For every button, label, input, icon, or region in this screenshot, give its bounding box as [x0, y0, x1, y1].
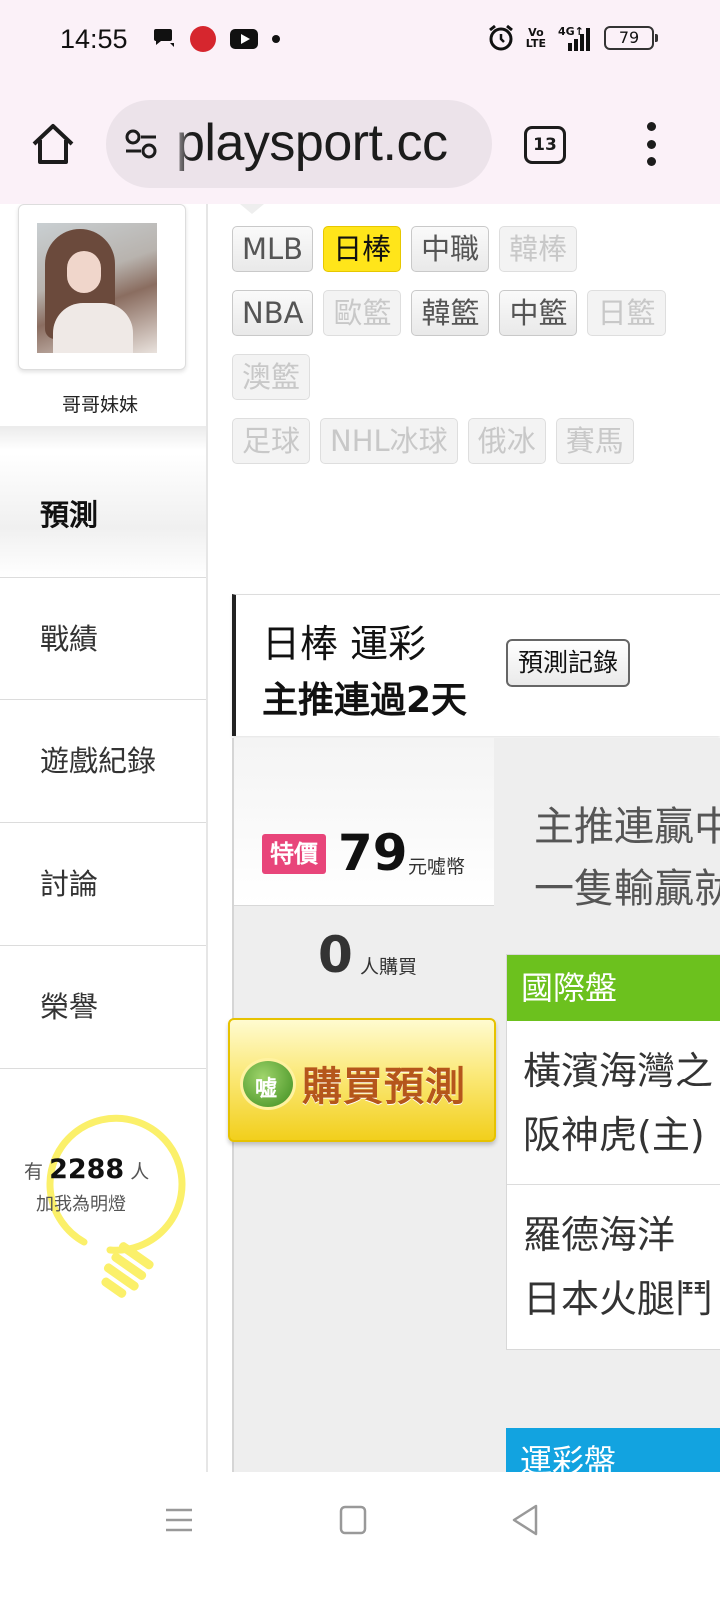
sport-filter-row-2: NBA 歐籃 韓籃 中籃 日籃: [232, 290, 666, 336]
url-text: playsport.cc: [176, 114, 448, 172]
promo-line-2: 一隻輸贏就: [534, 866, 720, 912]
home-button[interactable]: [30, 122, 76, 166]
sport-nhl-button[interactable]: NHL冰球: [320, 418, 458, 464]
site-settings-icon[interactable]: [124, 128, 158, 160]
dropdown-caret: [240, 204, 264, 214]
volte-icon: Vo LTE: [526, 27, 546, 49]
status-icons-right: Vo LTE 4G↑ 79: [488, 24, 658, 52]
prediction-history-button[interactable]: 預測記錄: [506, 639, 631, 687]
coin-icon: [240, 1058, 296, 1110]
fan-prefix: 有: [24, 1161, 44, 1183]
home-team: 日本火腿鬥: [523, 1277, 714, 1321]
page-content: 哥哥妹妹 預測 戰績 遊戲紀錄 討論 榮譽 有 2288 人 加我為明燈 MLB…: [0, 204, 720, 1472]
game-row[interactable]: 橫濱海灣之 阪神虎(主): [507, 1021, 720, 1185]
battery-level: 79: [618, 28, 640, 47]
sidebar-item-record[interactable]: 戰績: [0, 577, 206, 700]
tab-switcher-button[interactable]: 13: [524, 126, 566, 164]
sport-filter-row-1: MLB 日棒 中職 韓棒: [232, 226, 578, 272]
sport-australia-basketball-button[interactable]: 澳籃: [232, 354, 311, 400]
sport-filter-row-4: 足球 NHL冰球 俄冰 賽馬: [232, 418, 634, 464]
sport-filter-row-3: 澳籃: [232, 354, 311, 400]
status-time: 14:55: [60, 24, 128, 54]
profile-card[interactable]: [18, 204, 186, 370]
app-badge-icon: [190, 26, 216, 52]
buy-prediction-button[interactable]: 購買預測: [228, 1018, 496, 1142]
special-price-badge: 特價: [262, 834, 326, 874]
prediction-panel: 特價 79 元噓幣 0 人購買 購買預測 主推連贏中 一隻輸贏就 國際盤 橫濱海…: [228, 738, 720, 1472]
sport-mlb-button[interactable]: MLB: [232, 226, 314, 272]
away-team: 橫濱海灣之: [523, 1049, 714, 1093]
user-nickname[interactable]: 哥哥妹妹: [0, 390, 200, 417]
prediction-header: 日棒 運彩 主推連過2天 預測記錄: [232, 594, 720, 736]
market-header-international: 國際盤: [507, 955, 720, 1021]
nav-divider-shadow: [0, 426, 206, 450]
browser-toolbar: playsport.cc 13: [0, 82, 720, 204]
buy-prediction-label: 購買預測: [302, 1064, 466, 1110]
sport-horse-racing-button[interactable]: 賽馬: [555, 418, 634, 464]
battery-icon: 79: [604, 26, 658, 50]
url-fade: [168, 100, 190, 188]
sidebar-item-game-history[interactable]: 遊戲紀錄: [0, 700, 206, 823]
alarm-icon: [488, 24, 513, 51]
sport-japan-basketball-button[interactable]: 日籃: [587, 290, 666, 336]
market-sports-lottery: 運彩盤: [506, 1428, 720, 1472]
fan-count: 2288: [49, 1154, 125, 1185]
buyer-unit: 人購買: [360, 956, 418, 978]
system-nav-bar: [0, 1472, 720, 1604]
streak-text: 主推連過2天: [262, 680, 468, 721]
away-team: 羅德海洋: [523, 1213, 676, 1257]
avatar[interactable]: [37, 223, 157, 353]
sport-soccer-button[interactable]: 足球: [232, 418, 311, 464]
status-bar: 14:55 Vo LTE 4G↑ 79: [0, 0, 720, 82]
youtube-icon: [230, 29, 258, 49]
follow-me-label: 加我為明燈: [36, 1194, 126, 1215]
back-icon[interactable]: [510, 1502, 540, 1538]
price-value: 79: [338, 824, 408, 882]
sport-china-basketball-button[interactable]: 中籃: [499, 290, 578, 336]
sport-nba-button[interactable]: NBA: [232, 290, 314, 336]
sidebar-item-predictions[interactable]: 預測: [0, 454, 206, 577]
fan-suffix: 人: [130, 1161, 150, 1183]
address-bar[interactable]: playsport.cc: [106, 100, 492, 188]
game-row[interactable]: 羅德海洋 日本火腿鬥: [507, 1185, 720, 1349]
home-icon[interactable]: [338, 1502, 368, 1538]
profile-sidebar: 哥哥妹妹 預測 戰績 遊戲紀錄 討論 榮譽 有 2288 人 加我為明燈: [0, 204, 208, 1472]
browser-menu-button[interactable]: [640, 122, 662, 166]
buyer-count: 0: [318, 926, 353, 984]
follow-lightbulb[interactable]: 有 2288 人 加我為明燈: [10, 1114, 190, 1314]
signal-4g-icon: 4G↑: [558, 25, 590, 51]
status-icons-left: [152, 26, 280, 52]
price-unit: 元噓幣: [408, 856, 466, 878]
league-title: 日棒 運彩: [262, 622, 427, 666]
price-area: 特價 79 元噓幣: [234, 738, 494, 906]
recents-icon[interactable]: [164, 1502, 194, 1538]
promo-text: 主推連贏中 一隻輸贏就: [534, 796, 720, 920]
sport-korea-basketball-button[interactable]: 韓籃: [411, 290, 490, 336]
sport-cpbl-button[interactable]: 中職: [411, 226, 490, 272]
market-international: 國際盤 橫濱海灣之 阪神虎(主) 羅德海洋 日本火腿鬥: [506, 954, 720, 1350]
notification-dot-icon: [272, 35, 280, 43]
volte-bottom-text: LTE: [525, 37, 546, 50]
sport-euro-basketball-button[interactable]: 歐籃: [323, 290, 402, 336]
sport-npb-button[interactable]: 日棒: [323, 226, 402, 272]
sport-khl-button[interactable]: 俄冰: [467, 418, 546, 464]
sidebar-item-discussion[interactable]: 討論: [0, 823, 206, 946]
chat-icon: [154, 29, 174, 47]
market-header-sports-lottery: 運彩盤: [506, 1428, 720, 1472]
promo-line-1: 主推連贏中: [534, 804, 720, 850]
fan-count-line: 有 2288 人: [24, 1154, 149, 1185]
home-team: 阪神虎(主): [523, 1113, 705, 1157]
sport-kbo-button[interactable]: 韓棒: [499, 226, 578, 272]
sidebar-item-honors[interactable]: 榮譽: [0, 946, 206, 1069]
